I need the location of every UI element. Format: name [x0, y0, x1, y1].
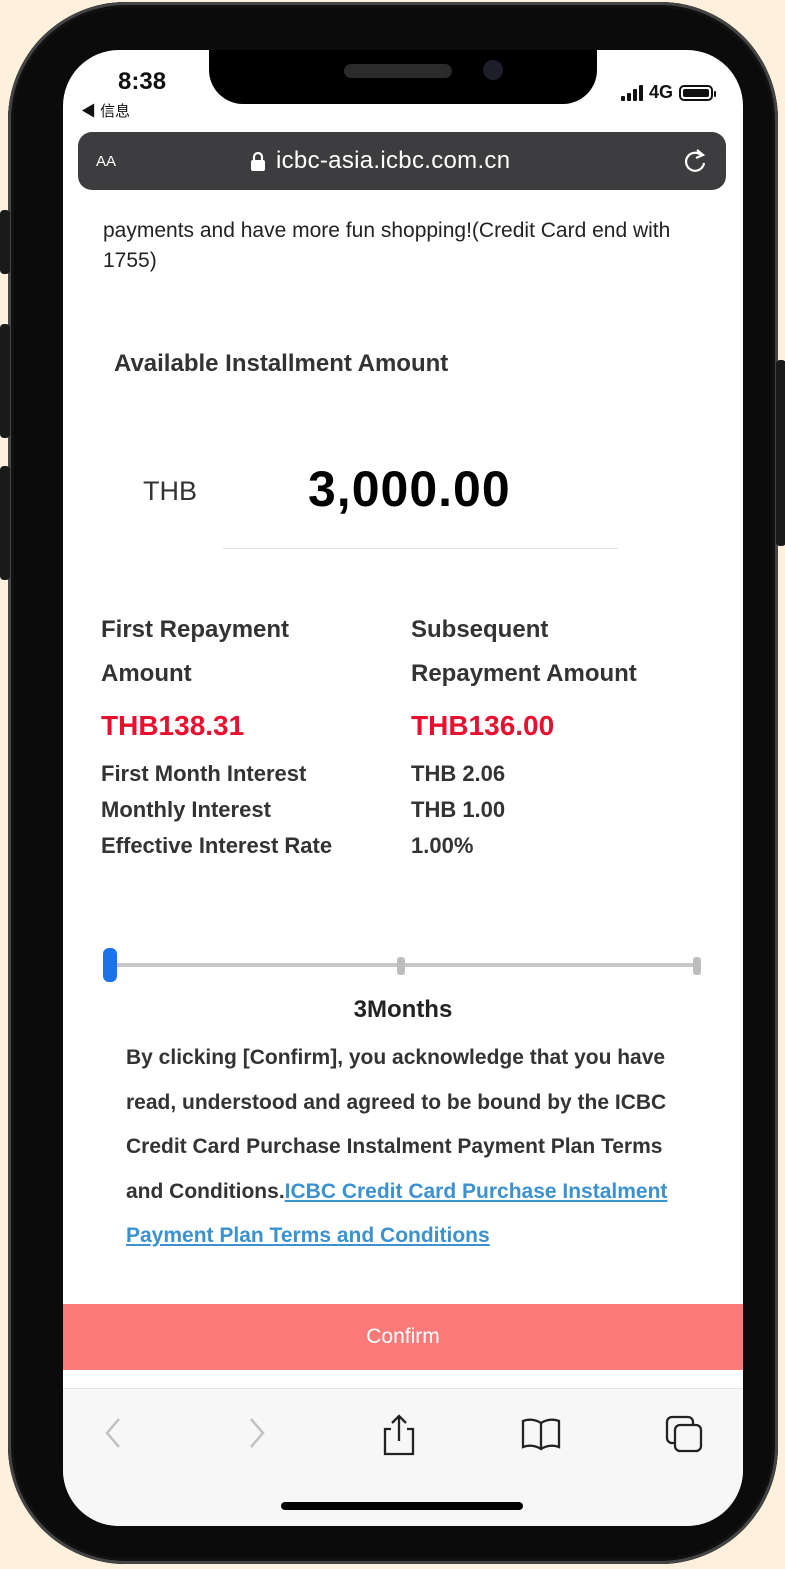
first-repayment-column: First Repayment Amount THB138.31 [101, 608, 401, 744]
signal-icon [620, 84, 643, 101]
first-repayment-heading: First Repayment Amount [101, 616, 290, 687]
lock-icon [250, 151, 266, 177]
home-indicator[interactable] [281, 1502, 523, 1510]
intro-text: payments and have more fun shopping!(Cre… [103, 219, 671, 272]
tabs-icon[interactable] [663, 1413, 707, 1462]
book-icon[interactable] [519, 1413, 563, 1458]
interest-details: First Month Interest THB 2.06 Monthly In… [101, 756, 701, 864]
first-repayment-amount: THB138.31 [101, 710, 245, 741]
detail-label: Effective Interest Rate [101, 833, 333, 858]
battery-icon [679, 84, 716, 101]
speaker [344, 64, 452, 78]
currency-label: THB [143, 476, 197, 506]
notch [209, 50, 597, 104]
slider-tick[interactable] [397, 957, 405, 975]
chevron-left-icon[interactable] [99, 1413, 127, 1458]
status-back-link[interactable]: ◀ 信息 [81, 100, 130, 121]
network-label: 4G [648, 82, 673, 102]
volume-down-button [0, 466, 10, 580]
amount-underline [223, 548, 618, 549]
page-content: payments and have more fun shopping!(Cre… [63, 198, 743, 1358]
installment-amount: 3,000.00 [308, 461, 511, 517]
tenor-slider[interactable] [103, 948, 701, 982]
share-icon[interactable] [379, 1413, 419, 1462]
detail-label: First Month Interest [101, 761, 307, 786]
camera [483, 60, 503, 80]
tenor-label: 3Months [353, 996, 453, 1023]
address-bar[interactable]: AA icbc-asia.icbc.com.cn [78, 132, 726, 190]
phone-frame: 8:38 ◀ 信息 4G AA icbc-asia.icbc.com.cn pa… [0, 2, 785, 1564]
detail-row: Monthly Interest THB 1.00 [101, 792, 701, 828]
power-button [776, 360, 785, 546]
detail-value: 1.00% [411, 833, 474, 858]
reload-icon[interactable] [680, 146, 710, 181]
detail-row: Effective Interest Rate 1.00% [101, 828, 701, 864]
status-indicators: 4G [620, 82, 716, 103]
confirm-button[interactable]: Confirm [63, 1304, 743, 1370]
chevron-right-icon[interactable] [243, 1413, 271, 1458]
terms-text: By clicking [Confirm], you acknowledge t… [126, 1036, 686, 1259]
slider-handle[interactable] [103, 948, 117, 982]
volume-up-button [0, 324, 10, 438]
silent-switch [0, 210, 10, 274]
detail-row: First Month Interest THB 2.06 [101, 756, 701, 792]
detail-value: THB 1.00 [411, 797, 506, 822]
screen: 8:38 ◀ 信息 4G AA icbc-asia.icbc.com.cn pa… [63, 50, 743, 1526]
detail-label: Monthly Interest [101, 797, 271, 822]
slider-tick[interactable] [693, 957, 701, 975]
subsequent-repayment-heading: Subsequent Repayment Amount [411, 616, 637, 687]
detail-value: THB 2.06 [411, 761, 506, 786]
url-text: icbc-asia.icbc.com.cn [276, 147, 511, 174]
available-amount-title: Available Installment Amount [114, 350, 449, 377]
subsequent-repayment-column: Subsequent Repayment Amount THB136.00 [411, 608, 711, 744]
reader-settings-button[interactable]: AA [96, 149, 116, 172]
status-time: 8:38 [118, 68, 167, 95]
subsequent-repayment-amount: THB136.00 [411, 710, 555, 741]
